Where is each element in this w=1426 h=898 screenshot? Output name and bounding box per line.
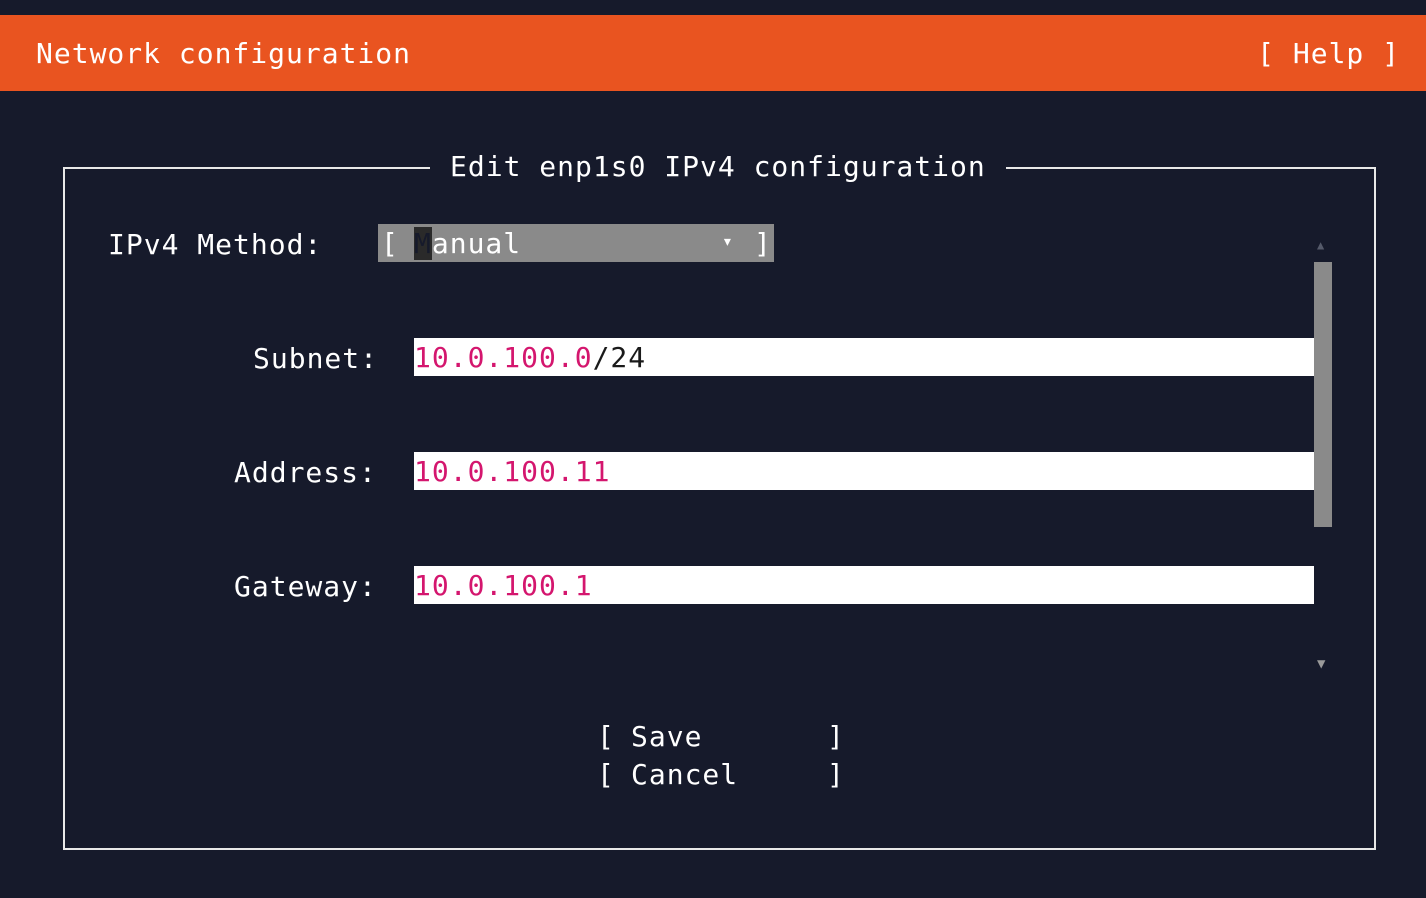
gateway-value: 10.0.100.1 xyxy=(414,569,593,602)
dialog-title: Edit enp1s0 IPv4 configuration xyxy=(430,150,1006,183)
ipv4-method-label: IPv4 Method: xyxy=(108,228,323,261)
scroll-down-icon[interactable]: ▼ xyxy=(1317,656,1325,672)
subnet-input[interactable]: 10.0.100.0/24 xyxy=(414,338,1314,376)
select-value: Manual xyxy=(414,227,521,260)
save-label: Save xyxy=(631,720,703,753)
cancel-label: Cancel xyxy=(631,758,739,791)
save-button[interactable]: [ Save ] xyxy=(597,720,844,756)
top-gap xyxy=(0,0,1426,15)
select-bracket-right: ] xyxy=(754,227,771,260)
text-cursor: M xyxy=(414,227,432,260)
ipv4-method-select[interactable]: [ Manual ▾ ] xyxy=(378,224,774,262)
address-label: Address: xyxy=(234,456,377,489)
page-title: Network configuration xyxy=(36,37,412,70)
scrollbar-thumb[interactable] xyxy=(1314,262,1332,527)
help-button[interactable]: [ Help ] xyxy=(1257,37,1400,70)
gateway-label: Gateway: xyxy=(234,570,377,603)
subnet-value: 10.0.100.0 xyxy=(414,341,593,374)
subnet-suffix: /24 xyxy=(592,341,647,374)
address-input[interactable]: 10.0.100.11 xyxy=(414,452,1314,490)
gateway-input[interactable]: 10.0.100.1 xyxy=(414,566,1314,604)
select-bracket-left: [ xyxy=(381,227,398,260)
header-bar: Network configuration [ Help ] xyxy=(0,15,1426,91)
select-value-rest: anual xyxy=(431,227,522,260)
subnet-label: Subnet: xyxy=(253,342,379,375)
chevron-down-icon: ▾ xyxy=(722,231,733,252)
address-value: 10.0.100.11 xyxy=(414,455,611,488)
cancel-button[interactable]: [ Cancel ] xyxy=(597,758,844,794)
cancel-bracket-right: ] xyxy=(827,758,844,791)
scroll-up-icon[interactable]: ▲ xyxy=(1317,238,1324,252)
save-bracket-right: ] xyxy=(827,720,844,753)
save-bracket-left: [ xyxy=(597,720,614,753)
cancel-bracket-left: [ xyxy=(597,758,614,791)
